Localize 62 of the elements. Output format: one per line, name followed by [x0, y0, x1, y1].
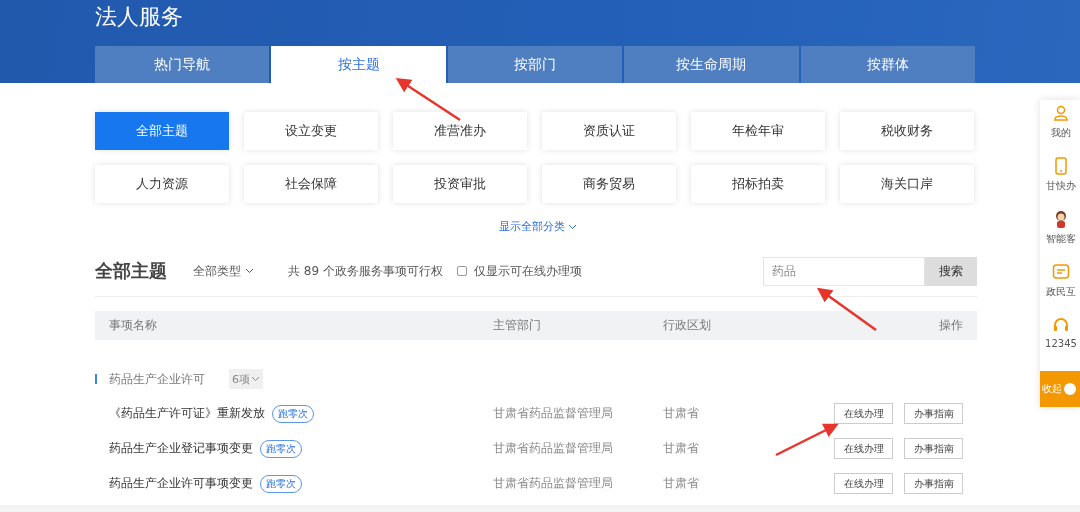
online-button[interactable]: 在线办理: [834, 473, 893, 494]
guide-button[interactable]: 办事指南: [904, 438, 963, 459]
person-icon: [1052, 104, 1070, 122]
chevron-icon: [567, 223, 577, 230]
column-header: 操作: [939, 317, 963, 334]
online-button[interactable]: 在线办理: [834, 403, 893, 424]
category-button[interactable]: 招标拍卖: [691, 165, 825, 203]
search-field[interactable]: 药品: [763, 256, 925, 286]
region-cell-text: 甘肃省: [663, 440, 700, 457]
department-cell-text: 甘肃省药品监督管理局: [493, 475, 614, 492]
department-cell-text: 甘肃省药品监督管理局: [493, 440, 614, 457]
guide-button[interactable]: 办事指南: [904, 473, 963, 494]
nav-tab[interactable]: 按群体: [800, 46, 976, 83]
chevron-icon: [251, 376, 260, 382]
chat-icon: [1052, 263, 1070, 281]
section-title: 全部主题: [95, 259, 167, 283]
annotation-arrow: [395, 77, 461, 122]
item-count: 共 89 个政务服务事项可行权: [288, 262, 443, 280]
nav-tab[interactable]: 按主题: [271, 46, 446, 83]
annotation-arrow: [775, 423, 839, 457]
side-item[interactable]: 智能客: [1040, 210, 1080, 263]
headset-icon: [1052, 316, 1070, 334]
region-cell-text: 甘肃省: [663, 405, 700, 422]
phone-icon: [1052, 157, 1070, 175]
nav-tab[interactable]: 按生命周期: [624, 46, 799, 83]
column-header: 事项名称: [109, 317, 158, 334]
category-button[interactable]: 海关口岸: [840, 165, 974, 203]
category-button[interactable]: 社会保障: [244, 165, 378, 203]
category-button[interactable]: 商务贸易: [542, 165, 676, 203]
category-button[interactable]: 资质认证: [542, 112, 676, 150]
column-header: 行政区划: [663, 317, 712, 334]
column-header: 主管部门: [493, 317, 542, 334]
guide-button[interactable]: 办事指南: [904, 403, 963, 424]
side-item[interactable]: 甘快办: [1040, 157, 1080, 210]
chevron-icon: [245, 268, 254, 274]
category-button[interactable]: 年检年审: [691, 112, 825, 150]
category-button[interactable]: 全部主题: [95, 112, 229, 150]
search-button[interactable]: 搜索: [925, 256, 977, 286]
side-item[interactable]: 12345: [1040, 316, 1080, 369]
category-button[interactable]: 准营准办: [393, 112, 527, 150]
online-button[interactable]: 在线办理: [834, 438, 893, 459]
category-button[interactable]: 税收财务: [840, 112, 974, 150]
category-button[interactable]: 设立变更: [244, 112, 378, 150]
page-title: 法人服务: [95, 4, 183, 30]
group-name: 药品生产企业许可: [109, 370, 205, 388]
category-button[interactable]: 投资审批: [393, 165, 527, 203]
type-dropdown[interactable]: 全部类型: [193, 262, 254, 280]
category-button[interactable]: 人力资源: [95, 165, 229, 203]
group-marker: [95, 374, 97, 384]
checkbox-label: 仅显示可在线办理项: [473, 262, 582, 280]
nav-tab[interactable]: 热门导航: [95, 46, 270, 83]
item-name: 药品生产企业许可事项变更: [109, 475, 253, 492]
show-all-link[interactable]: 显示全部分类: [498, 219, 577, 234]
region-cell-text: 甘肃省: [663, 475, 700, 492]
side-item[interactable]: 政民互: [1040, 263, 1080, 316]
checkbox[interactable]: [456, 266, 467, 276]
side-item[interactable]: 我的: [1040, 104, 1080, 157]
nav-tab[interactable]: 按部门: [447, 46, 623, 83]
department-cell-text: 甘肃省药品监督管理局: [493, 405, 614, 422]
annotation-arrow: [816, 287, 877, 331]
item-name: 《药品生产许可证》重新发放: [109, 405, 265, 422]
item-name: 药品生产企业登记事项变更: [109, 440, 253, 457]
